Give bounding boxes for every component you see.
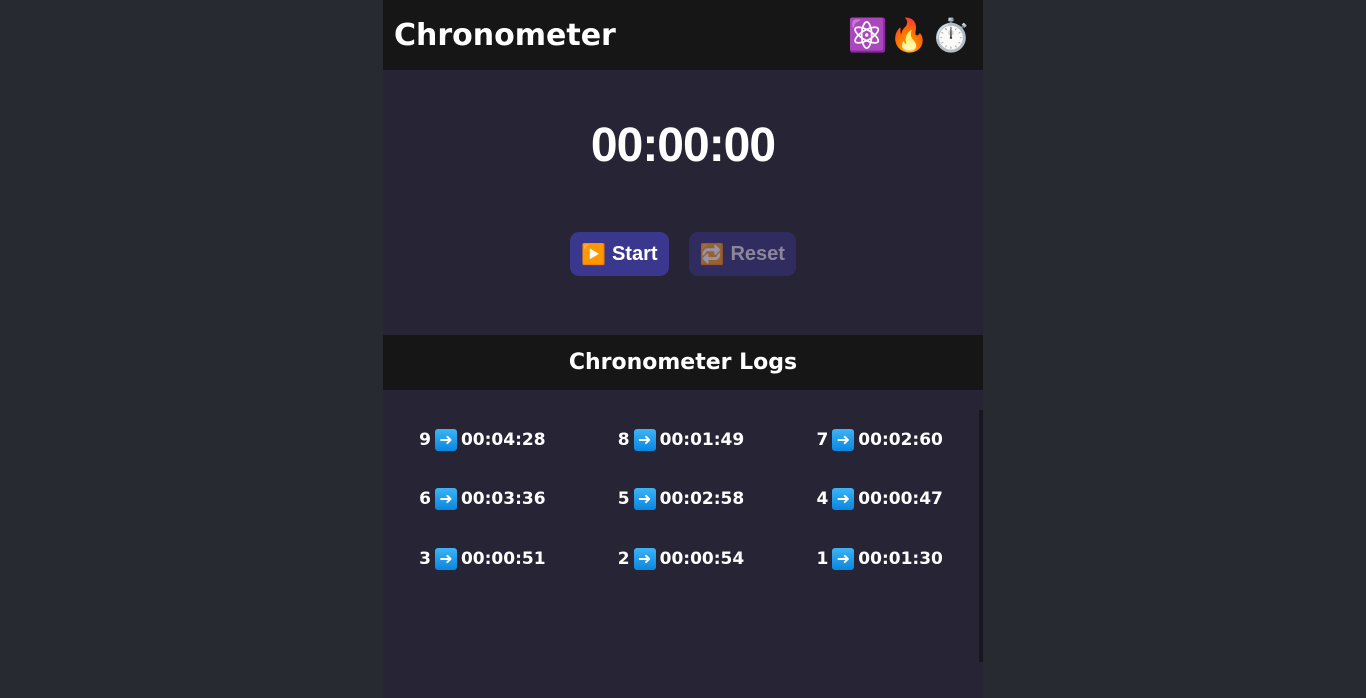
log-time: 00:04:28: [460, 429, 546, 450]
stopwatch-icon: ⏱️: [931, 16, 971, 54]
log-index: 5: [617, 489, 630, 509]
log-index: 2: [617, 548, 630, 569]
right-arrow-icon: ➜: [633, 547, 656, 570]
log-time: 00:02:60: [858, 429, 943, 450]
right-arrow-icon: ➜: [434, 428, 457, 451]
atom-icon: ⚛️: [847, 16, 888, 54]
log-item: 4 ➜ 00:00:47: [780, 470, 979, 529]
logs-list: 9 ➜ 00:04:28 8 ➜ 00:01:49 7 ➜ 00:02:60 6 ➜ 00:03:36…: [383, 410, 979, 662]
log-index: 1: [816, 548, 829, 569]
log-item: 6 ➜ 00:03:36: [383, 470, 582, 529]
log-item: 1 ➜ 00:01:30: [780, 529, 979, 588]
header-icons: ⚛️ 🔥 ⏱️: [847, 19, 971, 51]
log-item: 5 ➜ 00:02:58: [582, 470, 781, 529]
play-icon: ▶️: [581, 243, 606, 266]
log-item: 9 ➜ 00:04:28: [383, 410, 582, 469]
timer-display: 00:00:00: [590, 119, 776, 172]
chronometer-app: Chronometer ⚛️ 🔥 ⏱️ 00:00:00 ▶️ Start 🔁 …: [383, 0, 983, 698]
log-time: 00:00:51: [460, 548, 546, 569]
log-time: 00:00:47: [858, 489, 943, 509]
repeat-icon: 🔁: [699, 243, 725, 266]
controls: ▶️ Start 🔁 Reset: [383, 232, 983, 276]
logs-title: Chronometer Logs: [383, 335, 983, 390]
log-time: 00:01:49: [659, 429, 745, 450]
start-button[interactable]: ▶️ Start: [570, 232, 669, 276]
log-time: 00:00:54: [659, 548, 745, 569]
right-arrow-icon: ➜: [832, 547, 855, 570]
reset-button[interactable]: 🔁 Reset: [688, 232, 796, 276]
log-time: 00:03:36: [460, 489, 546, 509]
log-item: 2 ➜ 00:00:54: [582, 529, 781, 588]
logs-scrollbar[interactable]: [979, 410, 983, 662]
log-index: 9: [419, 429, 431, 450]
start-label: Start: [611, 242, 658, 265]
right-arrow-icon: ➜: [633, 428, 656, 451]
log-index: 4: [816, 489, 829, 509]
right-arrow-icon: ➜: [633, 488, 656, 510]
reset-label: Reset: [730, 242, 785, 265]
log-index: 7: [816, 429, 829, 450]
right-arrow-icon: ➜: [832, 428, 855, 451]
log-time: 00:02:58: [659, 489, 745, 509]
fire-icon: 🔥: [889, 16, 930, 54]
right-arrow-icon: ➜: [832, 488, 855, 510]
log-index: 3: [419, 548, 431, 569]
right-arrow-icon: ➜: [434, 488, 457, 510]
log-item: 7 ➜ 00:02:60: [780, 410, 979, 469]
log-time: 00:01:30: [858, 548, 943, 569]
log-item: 3 ➜ 00:00:51: [383, 529, 582, 588]
log-index: 8: [617, 429, 630, 450]
log-item: 8 ➜ 00:01:49: [582, 410, 781, 469]
right-arrow-icon: ➜: [434, 547, 457, 570]
app-title: Chronometer: [394, 17, 616, 53]
log-index: 6: [419, 489, 431, 509]
app-header: Chronometer ⚛️ 🔥 ⏱️: [383, 0, 983, 70]
